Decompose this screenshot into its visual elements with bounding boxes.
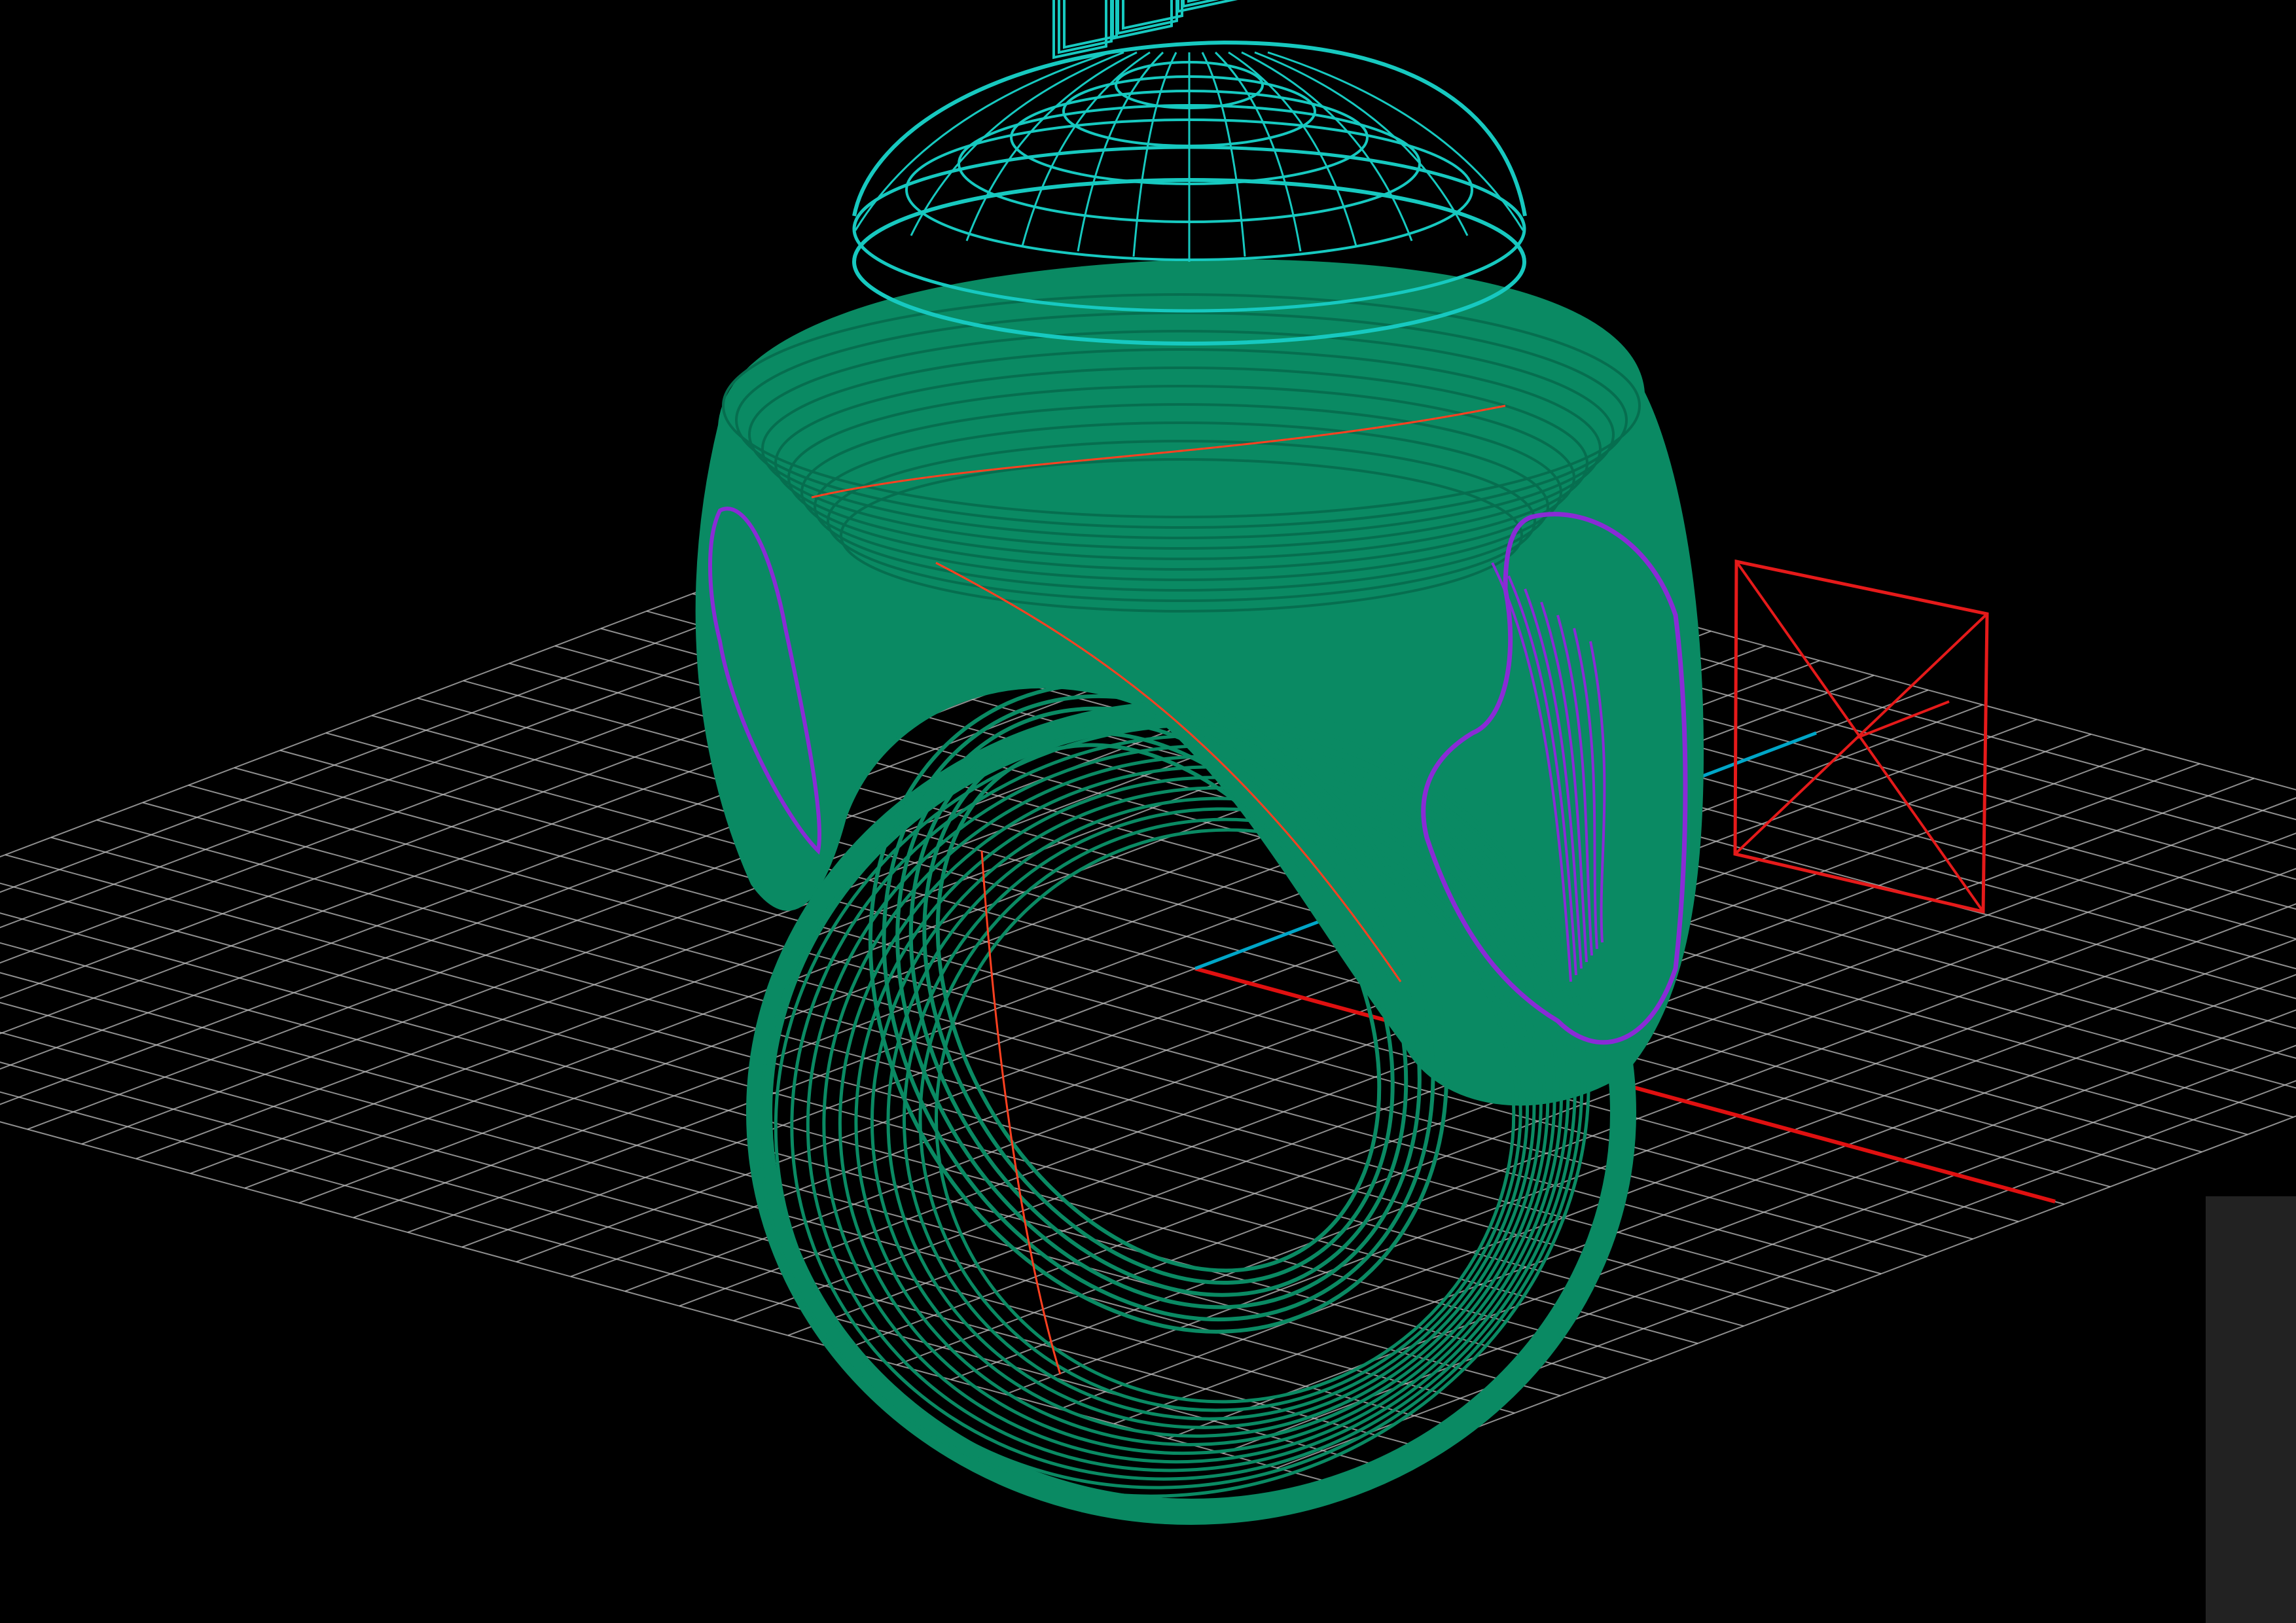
grid-line <box>0 1031 1469 1431</box>
camera-direction <box>1857 700 1950 739</box>
dome-meridian <box>1201 52 1246 257</box>
side-panel[interactable] <box>2206 1196 2296 1623</box>
letter-glyph <box>1058 0 1113 54</box>
dome-meridian <box>1241 51 1413 241</box>
3d-viewport[interactable] <box>0 0 2296 1623</box>
letter-glyph <box>1063 0 1118 49</box>
stone-lettering-wireframe[interactable] <box>1052 0 1306 60</box>
letter-glyph <box>1122 0 1183 30</box>
grid-line <box>0 1061 1424 1449</box>
dome-meridian <box>965 51 1138 241</box>
camera-diagonal-b <box>1734 613 1988 855</box>
dome-meridian <box>1132 52 1177 257</box>
